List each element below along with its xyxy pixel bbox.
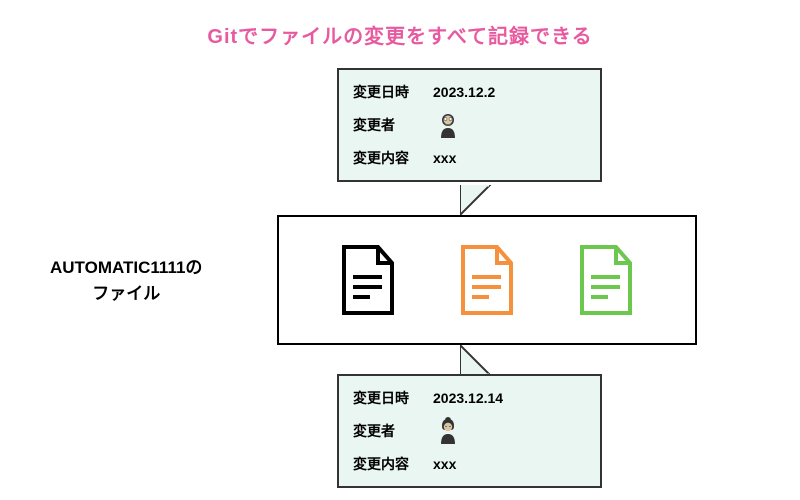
author-label: 変更者 — [353, 115, 415, 135]
avatar-male-icon — [433, 110, 463, 140]
avatar-female-icon — [433, 416, 463, 446]
speech-tail-bottom-icon — [460, 345, 500, 375]
date-label: 変更日時 — [353, 82, 415, 102]
bubble-row-content: 変更内容 xxx — [353, 148, 586, 168]
file-group-label: AUTOMATIC1111の ファイル — [50, 255, 202, 306]
content-label: 変更内容 — [353, 454, 415, 474]
file-container — [277, 215, 697, 345]
date-value: 2023.12.2 — [433, 84, 495, 100]
label-line1: AUTOMATIC1111の — [50, 258, 202, 277]
bubble-row-content: 変更内容 xxx — [353, 454, 586, 474]
date-value: 2023.12.14 — [433, 390, 503, 406]
change-info-bubble-bottom: 変更日時 2023.12.14 変更者 変更内容 xxx — [337, 374, 602, 488]
document-icon-2 — [459, 245, 515, 315]
bubble-row-date: 変更日時 2023.12.2 — [353, 82, 586, 102]
bubble-row-date: 変更日時 2023.12.14 — [353, 388, 586, 408]
date-label: 変更日時 — [353, 388, 415, 408]
bubble-row-author: 変更者 — [353, 110, 586, 140]
speech-tail-top-icon — [460, 185, 500, 215]
author-label: 変更者 — [353, 421, 415, 441]
content-value: xxx — [433, 456, 456, 472]
bubble-row-author: 変更者 — [353, 416, 586, 446]
content-label: 変更内容 — [353, 148, 415, 168]
document-icon-3 — [578, 245, 634, 315]
document-icon-1 — [340, 245, 396, 315]
content-value: xxx — [433, 150, 456, 166]
diagram-title: Gitでファイルの変更をすべて記録できる — [207, 20, 592, 49]
label-line2: ファイル — [92, 284, 160, 303]
change-info-bubble-top: 変更日時 2023.12.2 変更者 変更内容 xxx — [337, 68, 602, 182]
